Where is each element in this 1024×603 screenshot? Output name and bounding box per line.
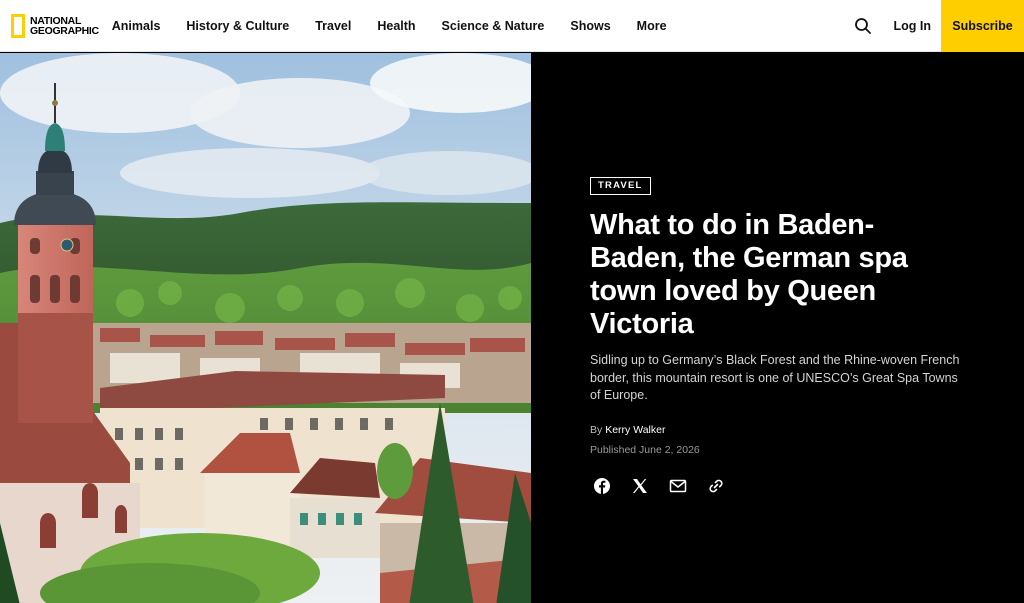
link-icon[interactable] bbox=[707, 477, 725, 495]
nav-item-animals[interactable]: Animals bbox=[112, 19, 161, 33]
nav-item-history-culture[interactable]: History & Culture bbox=[186, 19, 289, 33]
hero-image bbox=[0, 53, 531, 603]
byline-prefix: By bbox=[590, 424, 603, 436]
article-dek: Sidling up to Germany’s Black Forest and… bbox=[590, 353, 960, 402]
main-nav: Animals History & Culture Travel Health … bbox=[112, 0, 693, 52]
share-bar bbox=[593, 477, 745, 495]
byline: By Kerry Walker bbox=[590, 424, 665, 436]
x-icon[interactable] bbox=[631, 477, 649, 495]
baden-baden-town-photo bbox=[0, 53, 531, 603]
top-navigation: NATIONAL GEOGRAPHIC Animals History & Cu… bbox=[0, 0, 1024, 52]
nav-item-travel[interactable]: Travel bbox=[315, 19, 351, 33]
article-headline: What to do in Baden-Baden, the German sp… bbox=[590, 209, 908, 340]
facebook-icon[interactable] bbox=[593, 477, 611, 495]
search-icon[interactable] bbox=[854, 17, 872, 35]
nav-item-more[interactable]: More bbox=[637, 19, 667, 33]
logo-line-1: NATIONAL bbox=[30, 14, 82, 27]
author-link[interactable]: Kerry Walker bbox=[605, 424, 665, 436]
logo-line-2: GEOGRAPHIC bbox=[30, 24, 99, 37]
article-header: TRAVEL What to do in Baden-Baden, the Ge… bbox=[531, 53, 1024, 603]
category-tag[interactable]: TRAVEL bbox=[590, 177, 651, 195]
natgeo-logo[interactable]: NATIONAL GEOGRAPHIC bbox=[11, 0, 99, 52]
nav-item-science-nature[interactable]: Science & Nature bbox=[442, 19, 545, 33]
publish-date: Published June 2, 2026 bbox=[590, 444, 700, 456]
logo-wordmark: NATIONAL GEOGRAPHIC bbox=[30, 14, 99, 37]
header-actions: Log In Subscribe bbox=[854, 0, 1024, 52]
login-link[interactable]: Log In bbox=[894, 19, 932, 33]
yellow-border-logo-icon bbox=[11, 13, 25, 38]
subscribe-button[interactable]: Subscribe bbox=[941, 0, 1024, 52]
nav-item-shows[interactable]: Shows bbox=[570, 19, 610, 33]
email-icon[interactable] bbox=[669, 477, 687, 495]
nav-item-health[interactable]: Health bbox=[377, 19, 415, 33]
